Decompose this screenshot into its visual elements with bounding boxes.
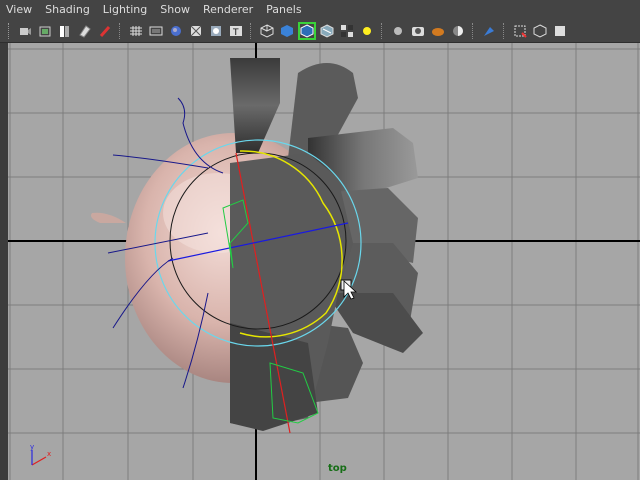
resolution-gate-icon: [168, 23, 184, 39]
motion-blur-icon: [430, 23, 446, 39]
screen-space-ao-button[interactable]: [409, 22, 427, 40]
gate-mask-button[interactable]: [187, 22, 205, 40]
xray-button[interactable]: [511, 22, 529, 40]
axis-indicator: x y: [30, 443, 51, 466]
xray-joints-icon: [532, 23, 548, 39]
default-light-button[interactable]: [358, 22, 376, 40]
field-chart-icon: [208, 23, 224, 39]
safe-title-icon: T: [228, 23, 244, 39]
wireframe-on-shaded-icon: [299, 23, 315, 39]
toolbar-separator: [381, 23, 384, 39]
toolbar-grip[interactable]: [8, 23, 12, 39]
textured-icon: [319, 23, 335, 39]
image-plane-button[interactable]: [76, 22, 94, 40]
isolate-select-icon: [481, 23, 497, 39]
panel-menu-bar: View Shading Lighting Show Renderer Panels: [0, 0, 640, 20]
camera-attributes-button[interactable]: [36, 22, 54, 40]
viewport-scene[interactable]: x y: [8, 43, 640, 480]
toolbar-separator: [119, 23, 122, 39]
film-gate-button[interactable]: [147, 22, 165, 40]
safe-title-button[interactable]: T: [227, 22, 245, 40]
wireframe-icon: [259, 23, 275, 39]
screen-space-ao-icon: [410, 23, 426, 39]
image-plane-icon: [77, 23, 93, 39]
menu-show[interactable]: Show: [154, 0, 197, 20]
resolution-gate-button[interactable]: [167, 22, 185, 40]
camera-name-label: top: [328, 463, 347, 474]
grid-icon: [128, 23, 144, 39]
svg-text:T: T: [232, 28, 239, 38]
grease-pencil-button[interactable]: [96, 22, 114, 40]
anti-alias-icon: [450, 23, 466, 39]
field-chart-button[interactable]: [207, 22, 225, 40]
gate-mask-icon: [188, 23, 204, 39]
panel-toolbar: T: [0, 20, 640, 43]
bookmarks-icon: [57, 23, 73, 39]
smooth-shade-button[interactable]: [278, 22, 296, 40]
axis-y-label: y: [30, 443, 34, 451]
toolbar-separator: [250, 23, 253, 39]
film-gate-icon: [148, 23, 164, 39]
fin-mesh[interactable]: [230, 58, 423, 431]
shadows-icon: [390, 23, 406, 39]
menu-lighting[interactable]: Lighting: [97, 0, 154, 20]
menu-view[interactable]: View: [0, 0, 39, 20]
xray-joints-button[interactable]: [531, 22, 549, 40]
use-all-lights-button[interactable]: [338, 22, 356, 40]
xray-active-icon: [552, 23, 568, 39]
xray-icon: [512, 23, 528, 39]
toolbar-separator: [503, 23, 506, 39]
shadows-button[interactable]: [389, 22, 407, 40]
wireframe-on-shaded-button[interactable]: [298, 22, 316, 40]
camera-attributes-icon: [37, 23, 53, 39]
axis-x-label: x: [47, 450, 51, 458]
grease-pencil-icon: [97, 23, 113, 39]
xray-active-button[interactable]: [551, 22, 569, 40]
grid-button[interactable]: [127, 22, 145, 40]
bookmarks-button[interactable]: [56, 22, 74, 40]
menu-renderer[interactable]: Renderer: [197, 0, 260, 20]
viewport-3d[interactable]: x y: [8, 43, 640, 480]
toolbar-separator: [472, 23, 475, 39]
use-all-lights-icon: [339, 23, 355, 39]
select-camera-icon: [17, 23, 33, 39]
default-light-icon: [359, 23, 375, 39]
textured-button[interactable]: [318, 22, 336, 40]
select-camera-button[interactable]: [16, 22, 34, 40]
menu-panels[interactable]: Panels: [260, 0, 308, 20]
isolate-select-button[interactable]: [480, 22, 498, 40]
menu-shading[interactable]: Shading: [39, 0, 97, 20]
wireframe-button[interactable]: [258, 22, 276, 40]
smooth-shade-icon: [279, 23, 295, 39]
motion-blur-button[interactable]: [429, 22, 447, 40]
anti-alias-button[interactable]: [449, 22, 467, 40]
